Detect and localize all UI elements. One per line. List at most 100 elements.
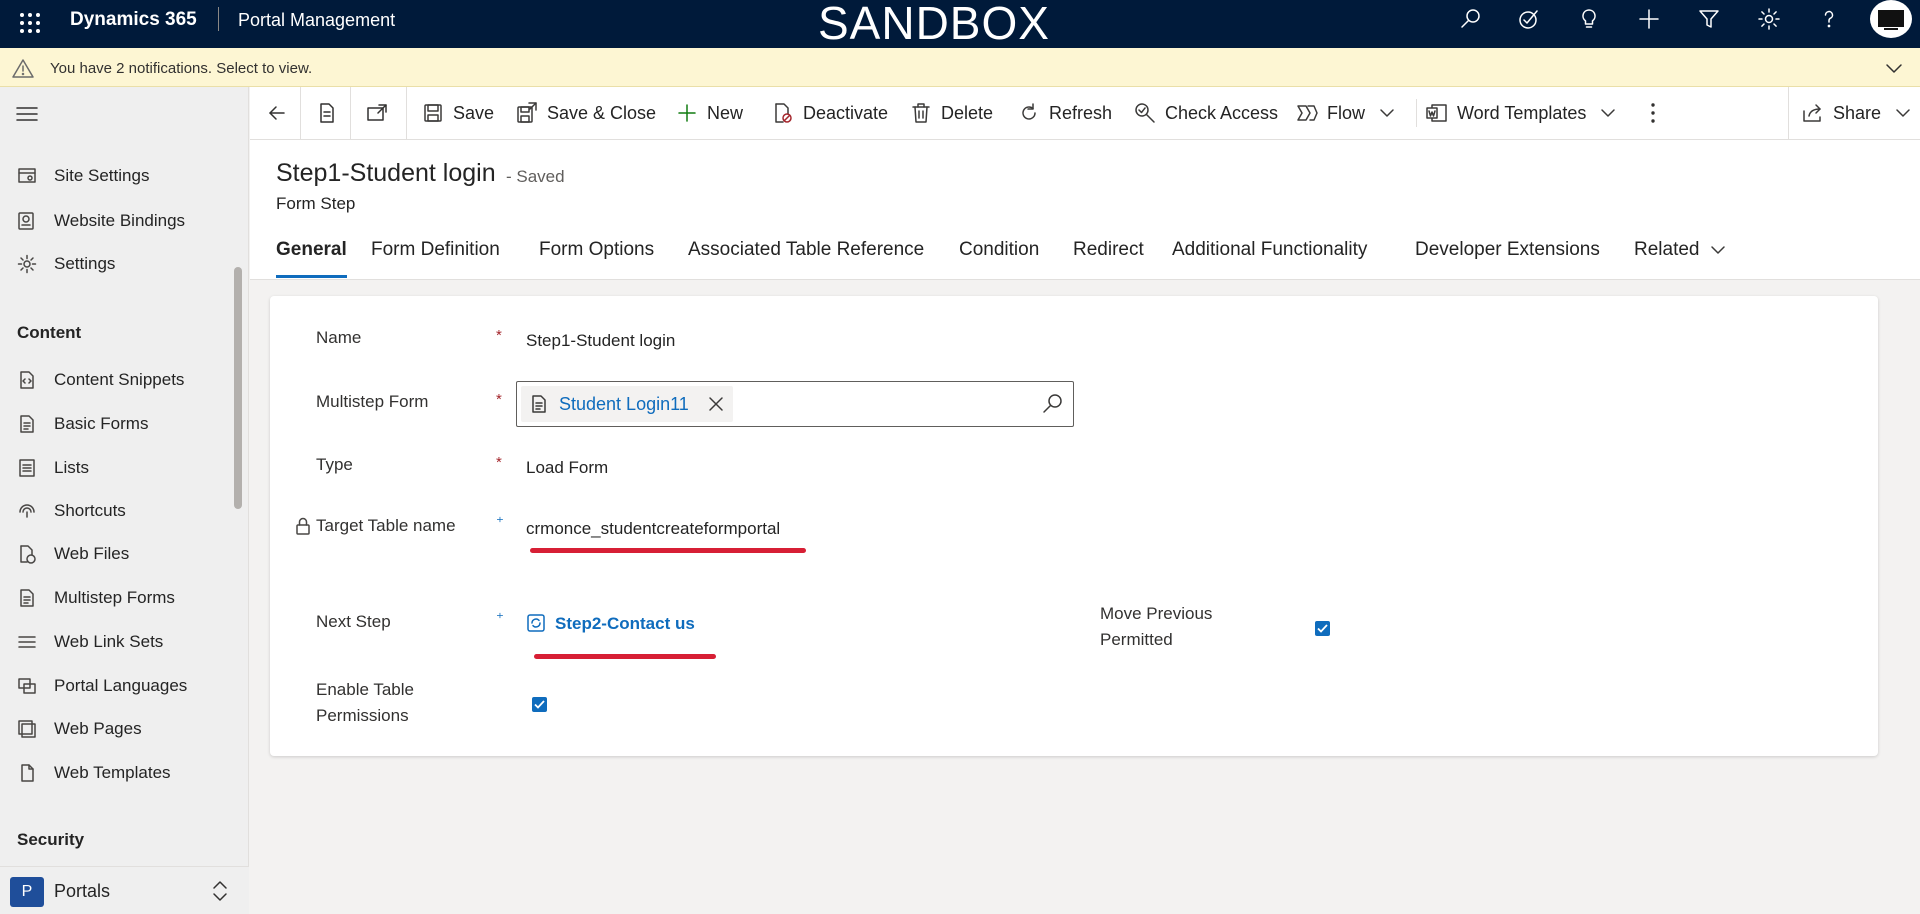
refresh-button[interactable]: Refresh xyxy=(1018,87,1112,139)
chevron-down-icon[interactable] xyxy=(1379,105,1395,121)
share-label: Share xyxy=(1833,102,1882,123)
sidebar-item-web-link-sets[interactable]: Web Link Sets xyxy=(0,623,236,661)
form-icon xyxy=(16,587,38,609)
area-switcher-label: Portals xyxy=(54,881,111,901)
area-switcher[interactable]: P Portals xyxy=(0,866,249,914)
divider xyxy=(218,7,219,31)
divider xyxy=(300,87,301,139)
sidebar-item-site-settings[interactable]: Site Settings xyxy=(0,157,236,195)
delete-button[interactable]: Delete xyxy=(910,87,993,139)
sidebar-item-label: Lists xyxy=(54,458,89,477)
tab-developer-extensions[interactable]: Developer Extensions xyxy=(1415,239,1600,279)
multistep-form-lookup[interactable]: Student Login11 xyxy=(516,381,1074,427)
area-badge: P xyxy=(10,877,44,907)
next-step-link[interactable]: Step2-Contact us xyxy=(555,614,695,634)
sidebar-item-lists[interactable]: Lists xyxy=(0,449,236,487)
chevron-down-icon[interactable] xyxy=(1884,58,1904,78)
tab-form-definition[interactable]: Form Definition xyxy=(371,239,500,279)
enable-permissions-label: Enable Table xyxy=(316,680,414,699)
tab-general[interactable]: General xyxy=(276,239,347,279)
tab-associated-table-reference[interactable]: Associated Table Reference xyxy=(688,239,924,279)
app-name[interactable]: Dynamics 365 xyxy=(70,9,197,31)
shortcut-icon xyxy=(16,500,38,522)
hamburger-menu-icon[interactable] xyxy=(16,105,38,123)
tab-additional-functionality[interactable]: Additional Functionality xyxy=(1172,239,1367,279)
check-access-button[interactable]: Check Access xyxy=(1134,87,1278,139)
form-icon xyxy=(16,413,38,435)
divider xyxy=(350,87,351,139)
entity-type: Form Step xyxy=(276,194,356,213)
sidebar-item-shortcuts[interactable]: Shortcuts xyxy=(0,492,236,530)
move-previous-checkbox[interactable] xyxy=(1315,621,1330,636)
deactivate-button[interactable]: Deactivate xyxy=(772,87,888,139)
search-icon[interactable] xyxy=(1448,0,1494,38)
chevron-down-icon[interactable] xyxy=(1710,242,1726,258)
area-name[interactable]: Portal Management xyxy=(238,10,395,31)
trash-icon xyxy=(910,102,932,124)
target-table-field: crmonce_studentcreateformportal xyxy=(526,519,781,538)
close-icon[interactable] xyxy=(707,395,725,413)
general-section xyxy=(270,296,1878,756)
more-commands-icon[interactable] xyxy=(1650,87,1656,139)
sidebar-item-content-snippets[interactable]: Content Snippets xyxy=(0,361,236,399)
type-label: Type xyxy=(316,455,353,474)
lightbulb-icon[interactable] xyxy=(1566,0,1612,38)
chevron-down-icon[interactable] xyxy=(1895,105,1911,121)
lookup-tag-label[interactable]: Student Login11 xyxy=(559,394,689,415)
move-previous-label: Move Previous xyxy=(1100,604,1213,623)
sidebar-item-label: Web Link Sets xyxy=(54,632,164,651)
tab-form-options[interactable]: Form Options xyxy=(539,239,654,279)
share-button[interactable]: Share xyxy=(1802,87,1911,139)
recommended-marker: ⁺ xyxy=(496,610,504,627)
sidebar-scrollbar[interactable] xyxy=(234,267,242,509)
form-view-icon[interactable] xyxy=(306,87,348,139)
enable-permissions-checkbox[interactable] xyxy=(532,697,547,712)
sidebar-item-multistep-forms[interactable]: Multistep Forms xyxy=(0,579,236,617)
notification-bar[interactable]: You have 2 notifications. Select to view… xyxy=(0,48,1920,87)
app-launcher-icon[interactable] xyxy=(14,6,46,40)
save-close-button[interactable]: Save & Close xyxy=(516,87,656,139)
avatar[interactable] xyxy=(1870,0,1912,38)
new-button[interactable]: New xyxy=(676,87,743,139)
back-arrow-icon[interactable] xyxy=(256,87,298,139)
tab-related[interactable]: Related xyxy=(1634,239,1700,279)
refresh-label: Refresh xyxy=(1049,102,1113,123)
type-field[interactable]: Load Form xyxy=(526,458,608,478)
save-close-label: Save & Close xyxy=(547,102,657,123)
help-icon[interactable] xyxy=(1806,0,1852,38)
tab-condition[interactable]: Condition xyxy=(959,239,1039,279)
gear-icon[interactable] xyxy=(1746,0,1792,38)
new-label: New xyxy=(707,102,744,123)
word-templates-label: Word Templates xyxy=(1457,102,1587,123)
sidebar-item-website-bindings[interactable]: Website Bindings xyxy=(0,202,236,240)
flow-button[interactable]: Flow xyxy=(1296,87,1395,139)
chevron-down-icon[interactable] xyxy=(1600,105,1616,121)
sidebar-group-content: Content xyxy=(17,323,82,342)
name-field[interactable]: Step1-Student login xyxy=(526,331,675,351)
sidebar-item-label: Basic Forms xyxy=(54,414,149,433)
sidebar-item-portal-languages[interactable]: Portal Languages xyxy=(0,667,236,705)
sidebar-item-web-pages[interactable]: Web Pages xyxy=(0,710,236,748)
red-annotation-underline xyxy=(534,654,716,659)
divider xyxy=(1416,99,1417,127)
word-templates-button[interactable]: Word Templates xyxy=(1426,87,1616,139)
sidebar-item-label: Shortcuts xyxy=(54,501,126,520)
lookup-tag[interactable]: Student Login11 xyxy=(521,386,733,422)
search-icon[interactable] xyxy=(1042,393,1064,415)
plus-icon[interactable] xyxy=(1626,0,1672,38)
sidebar-item-basic-forms[interactable]: Basic Forms xyxy=(0,405,236,443)
task-icon[interactable] xyxy=(1506,0,1552,38)
notification-text[interactable]: You have 2 notifications. Select to view… xyxy=(50,60,312,77)
filter-icon[interactable] xyxy=(1686,0,1732,38)
sidebar-group-security: Security xyxy=(17,830,85,849)
save-button[interactable]: Save xyxy=(422,87,494,139)
open-new-window-icon[interactable] xyxy=(356,87,398,139)
sidebar-item-settings[interactable]: Settings xyxy=(0,245,236,283)
chevron-up-down-icon[interactable] xyxy=(210,879,230,903)
sidebar-item-web-templates[interactable]: Web Templates xyxy=(0,754,236,792)
content-snippet-icon xyxy=(16,369,38,391)
required-marker: * xyxy=(496,454,502,471)
sidebar-item-web-files[interactable]: Web Files xyxy=(0,535,236,573)
tab-redirect[interactable]: Redirect xyxy=(1073,239,1144,279)
save-close-icon xyxy=(516,102,538,124)
